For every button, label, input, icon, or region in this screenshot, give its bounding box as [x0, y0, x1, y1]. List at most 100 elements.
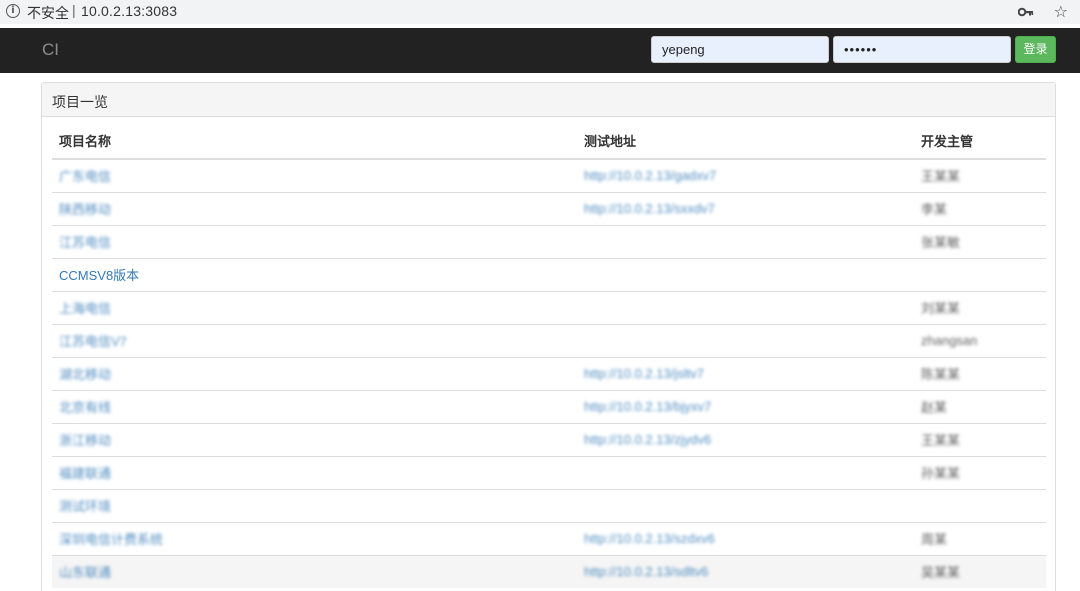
test-url-cell	[577, 488, 914, 522]
manager-name: 张某敏	[921, 235, 961, 250]
username-input[interactable]	[651, 36, 829, 63]
project-name-cell: 湖北移动	[52, 356, 577, 390]
test-url-link[interactable]: http://10.0.2.13/zjydv6	[584, 432, 711, 447]
test-url-cell: http://10.0.2.13/jsltv7	[577, 356, 914, 390]
test-url-link[interactable]: http://10.0.2.13/jsltv7	[584, 366, 704, 381]
manager-cell: 王某某	[914, 422, 1046, 456]
project-name-cell: 江苏电信	[52, 224, 577, 258]
test-url-cell: http://10.0.2.13/bjyxv7	[577, 389, 914, 423]
project-name-link[interactable]: 深圳电信计费系统	[59, 532, 163, 547]
test-url-cell	[577, 323, 914, 357]
manager-name: 王某某	[921, 433, 961, 448]
manager-name: 周某	[921, 532, 948, 547]
manager-cell: 刘某某	[914, 290, 1046, 324]
project-name-cell: 广东电信	[52, 158, 577, 192]
project-name-cell: 福建联通	[52, 455, 577, 489]
manager-cell: 王某某	[914, 158, 1046, 192]
test-url-link[interactable]: http://10.0.2.13/sxxdv7	[584, 201, 715, 216]
project-name-link[interactable]: 福建联通	[59, 466, 111, 481]
test-url-cell	[577, 224, 914, 258]
test-url-cell: http://10.0.2.13/sdltv6	[577, 554, 914, 588]
project-name-cell: 山东联通	[52, 554, 577, 588]
project-table: 项目名称 测试地址 开发主管 广东电信 http://10.0.2.13/gadx…	[52, 123, 1046, 588]
manager-cell	[914, 257, 1046, 291]
column-header-name: 项目名称	[52, 123, 577, 160]
test-url-cell: http://10.0.2.13/sxxdv7	[577, 191, 914, 225]
column-header-url: 测试地址	[577, 123, 914, 160]
project-name-cell: CCMSV8版本	[52, 257, 577, 291]
column-header-manager: 开发主管	[914, 123, 1046, 160]
project-name-link[interactable]: 陕西移动	[59, 202, 111, 217]
test-url-link[interactable]: http://10.0.2.13/sdltv6	[584, 564, 708, 579]
manager-name: 陈某某	[921, 367, 961, 382]
project-panel: 项目一览 项目名称 测试地址 开发主管 广东电信 http://10.0.2.13…	[41, 82, 1056, 591]
manager-cell: zhangsan	[914, 323, 1046, 357]
project-name-cell: 上海电信	[52, 290, 577, 324]
project-name-link[interactable]: 浙江移动	[59, 433, 111, 448]
key-icon[interactable]	[1018, 6, 1034, 18]
manager-cell: 张某敏	[914, 224, 1046, 258]
test-url-cell	[577, 455, 914, 489]
manager-cell: 周某	[914, 521, 1046, 555]
project-name-link[interactable]: 湖北移动	[59, 367, 111, 382]
test-url-cell: http://10.0.2.13/gadxv7	[577, 158, 914, 192]
table-row: 湖北移动 http://10.0.2.13/jsltv7 陈某某	[52, 356, 1046, 390]
project-name-cell: 深圳电信计费系统	[52, 521, 577, 555]
table-row: 江苏电信V7 zhangsan	[52, 323, 1046, 357]
project-name-cell: 陕西移动	[52, 191, 577, 225]
table-header-row: 项目名称 测试地址 开发主管	[52, 123, 1046, 160]
test-url-cell	[577, 257, 914, 291]
test-url-link[interactable]: http://10.0.2.13/bjyxv7	[584, 399, 711, 414]
test-url-cell: http://10.0.2.13/zjydv6	[577, 422, 914, 456]
table-row: 深圳电信计费系统 http://10.0.2.13/szdxv6 周某	[52, 521, 1046, 555]
project-name-link[interactable]: 广东电信	[59, 169, 111, 184]
top-navbar: CI 登录	[0, 28, 1080, 73]
table-row: 广东电信 http://10.0.2.13/gadxv7 王某某	[52, 158, 1046, 192]
test-url-link[interactable]: http://10.0.2.13/gadxv7	[584, 168, 716, 183]
browser-address-bar[interactable]: i 不安全 | 10.0.2.13:3083 ☆	[0, 0, 1080, 24]
table-row: 山东联通 http://10.0.2.13/sdltv6 吴某某	[52, 554, 1046, 588]
project-name-link[interactable]: 测试环境	[59, 499, 111, 514]
project-name-link[interactable]: 北京有线	[59, 400, 111, 415]
test-url-cell	[577, 290, 914, 324]
panel-title: 项目一览	[42, 83, 1055, 117]
login-button[interactable]: 登录	[1015, 36, 1056, 63]
table-row: 陕西移动 http://10.0.2.13/sxxdv7 李某	[52, 191, 1046, 225]
brand-logo[interactable]: CI	[42, 40, 59, 60]
test-url-link[interactable]: http://10.0.2.13/szdxv6	[584, 531, 715, 546]
address-url[interactable]: 10.0.2.13:3083	[81, 3, 177, 19]
manager-cell: 孙某某	[914, 455, 1046, 489]
table-row: 福建联通 孙某某	[52, 455, 1046, 489]
table-row: 北京有线 http://10.0.2.13/bjyxv7 赵某	[52, 389, 1046, 423]
manager-cell: 赵某	[914, 389, 1046, 423]
table-row: 测试环境	[52, 488, 1046, 522]
project-name-cell: 浙江移动	[52, 422, 577, 456]
manager-name: 赵某	[921, 400, 948, 415]
manager-name: zhangsan	[921, 333, 978, 348]
project-name-link[interactable]: 山东联通	[59, 565, 111, 580]
test-url-cell: http://10.0.2.13/szdxv6	[577, 521, 914, 555]
project-name-cell: 北京有线	[52, 389, 577, 423]
project-name-link[interactable]: 上海电信	[59, 301, 111, 316]
manager-cell: 李某	[914, 191, 1046, 225]
table-row: 浙江移动 http://10.0.2.13/zjydv6 王某某	[52, 422, 1046, 456]
project-name-link[interactable]: 江苏电信	[59, 235, 111, 250]
table-row: 上海电信 刘某某	[52, 290, 1046, 324]
manager-name: 王某某	[921, 169, 961, 185]
project-name-cell: 江苏电信V7	[52, 323, 577, 357]
project-name-link[interactable]: CCMSV8版本	[59, 268, 139, 283]
info-icon[interactable]: i	[6, 4, 20, 18]
password-input[interactable]	[833, 36, 1011, 63]
table-row: 江苏电信 张某敏	[52, 224, 1046, 258]
table-body: 广东电信 http://10.0.2.13/gadxv7 王某某 陕西移动 http:/…	[52, 158, 1046, 588]
manager-name: 李某	[921, 202, 948, 217]
manager-cell: 陈某某	[914, 356, 1046, 390]
manager-name: 吴某某	[921, 565, 961, 581]
table-row: CCMSV8版本	[52, 257, 1046, 291]
project-name-link[interactable]: 江苏电信V7	[59, 334, 127, 349]
bookmark-star-icon[interactable]: ☆	[1054, 2, 1068, 21]
security-label: 不安全	[27, 5, 69, 21]
address-separator: |	[72, 2, 76, 18]
manager-name: 刘某某	[921, 301, 961, 316]
manager-name: 孙某某	[921, 466, 961, 481]
